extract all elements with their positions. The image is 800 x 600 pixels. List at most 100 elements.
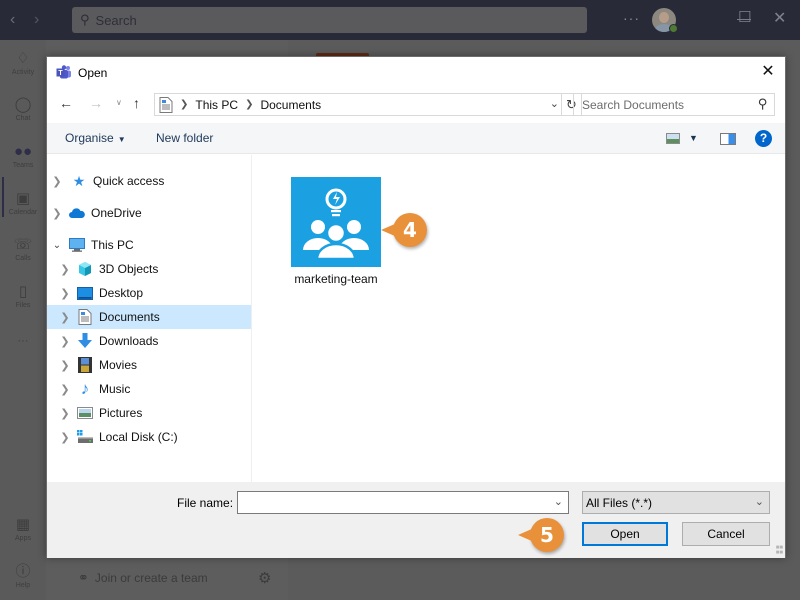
teams-app-icon: T (56, 65, 71, 79)
rail-apps[interactable]: ▦ Apps (0, 516, 46, 542)
cube-icon (77, 261, 93, 277)
back-icon[interactable]: ‹ (10, 11, 15, 29)
chevron-right-icon[interactable]: ❯ (51, 175, 63, 188)
forward-icon[interactable]: › (34, 11, 39, 29)
more-icon: ··· (17, 335, 29, 347)
rail-activity[interactable]: ♢ Activity (0, 50, 46, 76)
tree-item-local-disk[interactable]: ❯ Local Disk (C:) (47, 425, 251, 449)
teams-icon: ●● (13, 143, 33, 160)
tree-item-movies[interactable]: ❯ Movies (47, 353, 251, 377)
file-name-label: File name: (177, 496, 234, 510)
forward-arrow-icon[interactable]: → (89, 95, 103, 111)
recent-locations-icon[interactable]: ∨ (116, 98, 122, 107)
back-arrow-icon[interactable]: ← (59, 95, 73, 111)
tree-item-pictures[interactable]: ❯ Pictures (47, 401, 251, 425)
tree-item-onedrive[interactable]: ❯ OneDrive (47, 201, 251, 225)
teams-title-bar: ‹ › ⚲ Search ··· — ☐ ✕ (0, 0, 800, 40)
rail-help[interactable]: ⓘ Help (0, 563, 46, 589)
chevron-right-icon[interactable]: ❯ (59, 287, 71, 300)
close-icon[interactable]: ✕ (757, 62, 779, 82)
tree-item-documents[interactable]: ❯ Documents (47, 305, 251, 329)
breadcrumb-this-pc[interactable]: This PC (195, 98, 238, 112)
chevron-down-icon[interactable]: ⌄ (554, 495, 563, 508)
phone-icon: ☏ (13, 236, 33, 253)
chevron-right-icon[interactable]: ❯ (59, 263, 71, 276)
file-name-label: marketing-team (294, 272, 378, 286)
help-icon[interactable]: ? (755, 130, 772, 147)
rail-calendar[interactable]: ▣ Calendar (0, 190, 46, 216)
new-folder-button[interactable]: New folder (156, 131, 213, 145)
tree-item-music[interactable]: ❯ ♪ Music (47, 377, 251, 401)
command-bar: Organise ▼ New folder ▼ ? (47, 123, 785, 154)
dialog-title: Open (78, 66, 108, 80)
film-icon (77, 357, 93, 373)
file-name-combobox[interactable]: ⌄ (237, 491, 569, 514)
document-icon (159, 96, 173, 113)
file-name-input[interactable] (238, 492, 538, 513)
rail-teams[interactable]: ●● Teams (0, 143, 46, 169)
more-options-icon[interactable]: ··· (623, 10, 640, 26)
tree-item-this-pc[interactable]: ⌄ This PC (47, 233, 251, 257)
chevron-right-icon[interactable]: ❯ (59, 359, 71, 372)
dialog-title-bar: T Open ✕ (47, 57, 785, 88)
step-callout-5: 5 (518, 518, 564, 552)
teams-search-input[interactable]: ⚲ Search (72, 7, 587, 33)
chevron-right-icon[interactable]: ❯ (59, 311, 71, 324)
address-bar[interactable]: ❯ This PC ❯ Documents ⌄ (154, 93, 562, 116)
join-create-team-link[interactable]: ⚭ Join or create a team (78, 570, 208, 586)
cancel-button[interactable]: Cancel (682, 522, 770, 546)
open-file-dialog: T Open ✕ ← → ∨ ↑ ❯ This PC ❯ Documents ⌄… (46, 56, 786, 558)
change-view-icon[interactable] (666, 133, 680, 144)
maximize-icon[interactable]: ☐ (738, 8, 751, 26)
tree-item-quick-access[interactable]: ❯ ★ Quick access (47, 169, 251, 193)
picture-icon (77, 405, 93, 421)
chevron-down-icon[interactable]: ⌄ (51, 240, 63, 251)
search-documents-input[interactable] (582, 97, 752, 112)
drive-icon (77, 429, 93, 445)
navigation-pane[interactable]: ❯ ★ Quick access ❯ OneDrive ⌄ This PC ❯ … (47, 155, 252, 482)
file-list-pane[interactable]: marketing-team (253, 155, 785, 482)
caret-down-icon[interactable]: ▼ (689, 133, 698, 143)
breadcrumb-documents[interactable]: Documents (260, 98, 321, 112)
dialog-footer: File name: ⌄ All Files (*.*) ⌄ Open Canc… (47, 482, 785, 558)
bell-icon: ♢ (16, 50, 30, 67)
tree-item-downloads[interactable]: ❯ Downloads (47, 329, 251, 353)
teams-app-rail: ♢ Activity ◯ Chat ●● Teams ▣ Calendar ☏ … (0, 40, 46, 600)
svg-text:T: T (58, 70, 63, 77)
preview-pane-icon[interactable] (720, 133, 736, 145)
search-icon: ⚲ (80, 12, 90, 27)
music-note-icon: ♪ (80, 379, 90, 398)
gear-icon[interactable]: ⚙ (258, 569, 271, 587)
file-type-select[interactable]: All Files (*.*) ⌄ (582, 491, 770, 514)
rail-files[interactable]: ▯ Files (0, 283, 46, 309)
calendar-icon: ▣ (15, 190, 31, 207)
chevron-right-icon[interactable]: ❯ (51, 207, 63, 220)
rail-more[interactable]: ··· (0, 332, 46, 350)
chevron-right-icon[interactable]: ❯ (59, 431, 71, 444)
up-arrow-icon[interactable]: ↑ (133, 95, 140, 111)
download-icon (77, 333, 93, 349)
search-documents-box[interactable]: ⚲ (573, 93, 775, 116)
open-button[interactable]: Open (582, 522, 668, 546)
document-icon (77, 309, 93, 325)
resize-grip[interactable]: ■■ ■■ (776, 545, 783, 556)
search-icon[interactable]: ⚲ (758, 96, 768, 112)
chevron-right-icon[interactable]: ❯ (59, 335, 71, 348)
help-icon: ⓘ (15, 563, 31, 580)
close-window-icon[interactable]: ✕ (773, 8, 786, 28)
chevron-right-icon[interactable]: ❯ (59, 383, 71, 396)
tree-item-desktop[interactable]: ❯ Desktop (47, 281, 251, 305)
chevron-down-icon[interactable]: ⌄ (550, 97, 559, 110)
star-icon: ★ (72, 172, 86, 189)
chevron-down-icon[interactable]: ⌄ (755, 495, 764, 508)
cloud-icon (69, 205, 85, 221)
rail-calls[interactable]: ☏ Calls (0, 236, 46, 262)
file-icon: ▯ (18, 283, 28, 300)
computer-icon (69, 237, 85, 253)
presence-badge (669, 24, 678, 33)
apps-icon: ▦ (15, 516, 31, 533)
tree-item-3d-objects[interactable]: ❯ 3D Objects (47, 257, 251, 281)
rail-chat[interactable]: ◯ Chat (0, 96, 46, 122)
organise-button[interactable]: Organise ▼ (65, 131, 126, 145)
chevron-right-icon[interactable]: ❯ (59, 407, 71, 420)
